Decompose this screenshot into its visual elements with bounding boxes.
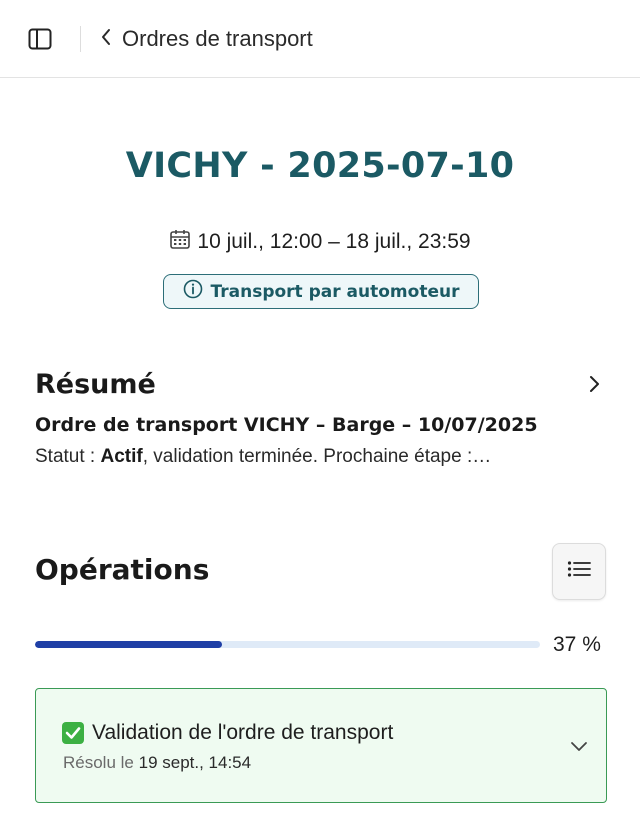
calendar-icon [169,228,191,256]
back-label: Ordres de transport [122,26,313,51]
status-value: Actif [100,446,143,467]
header-divider [80,26,81,52]
chevron-left-icon [100,28,112,51]
operations-progress-fill [35,641,222,648]
chevron-right-icon[interactable] [584,374,604,394]
operation-meta-label: Résolu le [63,753,134,772]
status-suffix: , validation terminée. Prochaine étape :… [142,446,492,467]
operations-title: Opérations [35,553,210,586]
summary-title: Résumé [35,369,156,400]
back-link[interactable]: Ordres de transport [100,22,313,56]
page-title: VICHY - 2025-07-10 [125,146,515,186]
operations-progress-bar [35,641,540,648]
operation-meta: Résolu le 19 sept., 14:54 [63,753,251,773]
operation-card[interactable]: Validation de l'ordre de transport Résol… [35,688,607,803]
list-icon [567,560,591,583]
operation-title: Validation de l'ordre de transport [92,721,394,744]
check-box-icon [62,722,84,744]
info-icon [183,279,203,304]
operations-progress-label: 37 % [553,633,601,656]
list-view-button[interactable] [552,543,606,600]
operation-meta-date: 19 sept., 14:54 [138,753,252,772]
summary-subtitle: Ordre de transport VICHY – Barge – 10/07… [35,414,538,436]
top-bar: Ordres de transport [0,0,640,78]
date-range: 10 juil., 12:00 – 18 juil., 23:59 [0,228,640,256]
operation-title-row: Validation de l'ordre de transport [62,721,393,745]
summary-section[interactable]: Résumé Ordre de transport VICHY – Barge … [35,362,610,470]
date-range-text: 10 juil., 12:00 – 18 juil., 23:59 [197,230,471,253]
status-prefix: Statut : [35,446,101,467]
summary-status: Statut : Actif, validation terminée. Pro… [35,444,600,470]
transport-type-label: Transport par automoteur [210,281,460,302]
chevron-down-icon[interactable] [570,739,588,753]
sidebar-panel-icon[interactable] [26,26,54,52]
transport-type-badge: Transport par automoteur [163,274,479,309]
